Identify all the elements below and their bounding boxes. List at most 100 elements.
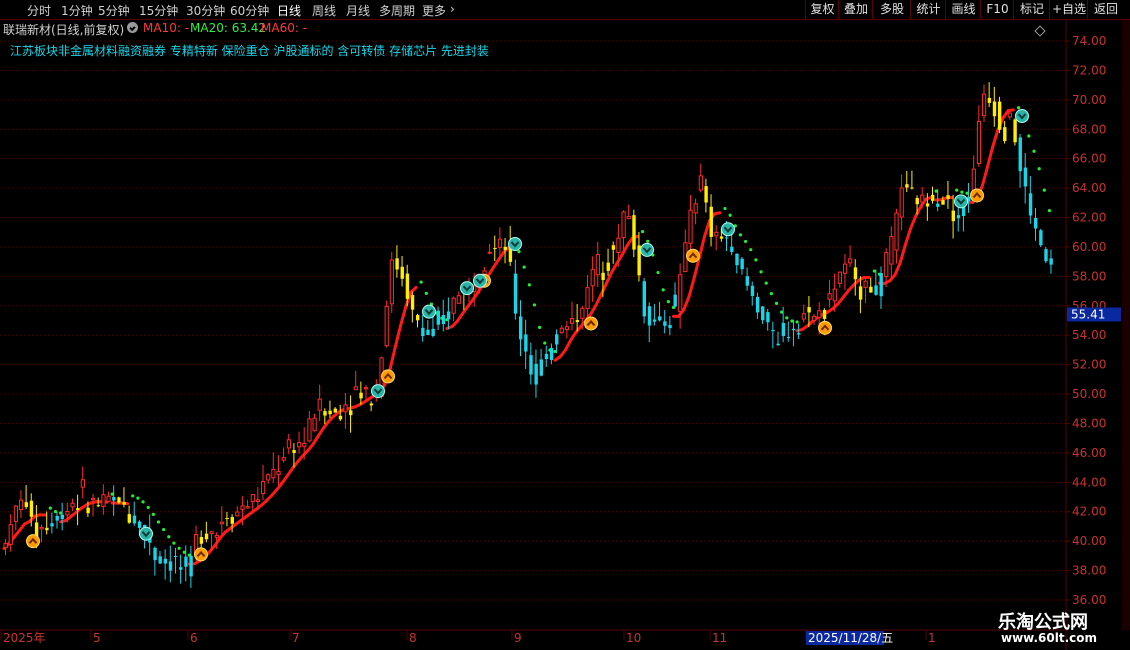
candle-body-44 [230, 517, 234, 524]
support-dot-27 [141, 500, 145, 504]
candle-body-111 [575, 320, 580, 323]
support-dot-203 [1047, 208, 1052, 213]
ma-segment-196 [1006, 108, 1015, 113]
candle-body-64 [333, 408, 337, 413]
candle-body-155 [801, 313, 806, 320]
ma60-label: MA60: - [261, 21, 308, 35]
y-tick-label-17: 40.00 [1072, 534, 1106, 548]
toolbar-button-0[interactable]: 复权 [805, 0, 839, 19]
candle-body-159 [822, 310, 827, 319]
candle-body-128 [663, 321, 667, 326]
candle-body-120 [621, 211, 626, 239]
candle-body-84 [436, 310, 440, 325]
settings-icon[interactable] [127, 22, 138, 33]
kline-chart[interactable]: 74.00 72.00 70.00 68.00 66.00 64.00 62.00 60.00… [0, 0, 1130, 650]
candle-body-2 [13, 505, 19, 522]
support-dot-149 [769, 291, 773, 296]
support-dot-33 [172, 541, 176, 545]
candle-body-163 [842, 263, 848, 274]
candle-body-164 [848, 258, 853, 264]
support-dot-185 [955, 188, 959, 192]
buy-signal-1 [194, 547, 208, 562]
candle-body-32 [168, 561, 173, 571]
y-axis: 74.00 72.00 70.00 68.00 66.00 64.00 62.00 60.00… [1066, 20, 1130, 630]
candle-body-87 [451, 297, 456, 314]
period-9[interactable]: 多周期 [379, 2, 415, 19]
period-4[interactable]: 30分钟 [186, 2, 225, 19]
toolbar-button-8[interactable]: 返回 [1087, 0, 1124, 19]
y-tick-label-5: 64.00 [1072, 181, 1106, 195]
candle-body-143 [740, 258, 744, 270]
period-8[interactable]: 月线 [346, 2, 370, 19]
period-3[interactable]: 15分钟 [139, 2, 178, 19]
candle-body-23 [122, 502, 126, 505]
candle-body-9 [50, 523, 54, 527]
candle-body-199 [1028, 193, 1033, 216]
y-tick-label-18: 38.00 [1072, 564, 1106, 578]
candle-body-114 [590, 269, 595, 287]
ma-segment-176 [903, 227, 912, 247]
period-1[interactable]: 1分钟 [61, 2, 93, 19]
x-tick-label-0: 2025年 [3, 631, 46, 645]
candle-body-55 [286, 439, 291, 449]
support-dot-30 [156, 520, 161, 524]
candle-body-193 [997, 101, 1002, 130]
x-tick-label-1: 5 [93, 631, 101, 645]
support-dot-144 [744, 239, 748, 244]
sell-signal-7 [721, 222, 735, 237]
candle-body-190 [982, 93, 987, 117]
y-tick-label-4: 66.00 [1072, 152, 1106, 166]
x-tick-label-6: 10 [626, 631, 641, 645]
toolbar-button-4[interactable]: 画线 [945, 0, 981, 19]
toolbar-button-2[interactable]: 多股 [872, 0, 911, 19]
toolbar-button-7[interactable]: +自选 [1049, 0, 1088, 19]
toolbar-button-1[interactable]: 叠加 [838, 0, 873, 19]
support-dot-129 [666, 300, 670, 304]
period-5[interactable]: 60分钟 [230, 2, 269, 19]
candle-body-203 [1049, 258, 1053, 265]
period-7[interactable]: 周线 [312, 2, 336, 19]
support-dot-28 [146, 505, 150, 510]
more-arrow-icon[interactable]: › [450, 2, 455, 16]
candle-body-51 [266, 474, 271, 481]
support-dot-202 [1042, 188, 1046, 192]
candle-body-11 [60, 514, 65, 519]
ma-segment-174 [893, 261, 902, 277]
candle-body-105 [544, 353, 549, 360]
toolbar-button-3[interactable]: 统计 [910, 0, 946, 19]
candle-body-52 [271, 468, 276, 479]
candle-body-71 [369, 403, 374, 406]
x-tick-label-4: 8 [409, 631, 417, 645]
y-tick-label-7: 60.00 [1072, 240, 1106, 254]
toolbar-button-6[interactable]: 标记 [1013, 0, 1050, 19]
candle-body-8 [45, 527, 49, 531]
period-6[interactable]: 日线 [277, 2, 301, 19]
buy-signal-4 [584, 316, 598, 331]
candle-body-180 [931, 194, 935, 201]
candle-body-38 [199, 536, 204, 544]
ma-segment-77 [393, 324, 403, 348]
ma-line [2, 108, 1015, 566]
candle-body-102 [529, 355, 533, 375]
ma-segment-80 [409, 285, 418, 294]
support-dot-152 [785, 316, 789, 320]
y-tick-label-8: 58.00 [1072, 269, 1106, 283]
period-2[interactable]: 5分钟 [98, 2, 130, 19]
candle-body-147 [761, 306, 765, 321]
support-dot-29 [151, 512, 155, 516]
support-dot-197 [1016, 106, 1021, 110]
stock-title: 联瑞新材(日线,前复权) [3, 23, 125, 37]
candle-body-113 [585, 287, 590, 310]
candle-body-156 [807, 307, 811, 313]
candle-body-184 [951, 210, 955, 222]
x-tick-label-5: 9 [514, 631, 522, 645]
toolbar-button-5[interactable]: F10 [980, 0, 1014, 19]
period-10[interactable]: 更多 [422, 2, 446, 19]
candle-body-175 [905, 184, 909, 188]
support-dot-81 [419, 280, 423, 284]
info-strip [1122, 20, 1130, 630]
x-tick-label-9: 1 [928, 631, 936, 645]
period-0[interactable]: 分时 [27, 2, 51, 19]
candle-body-70 [364, 387, 369, 390]
candle-body-108 [559, 327, 564, 334]
